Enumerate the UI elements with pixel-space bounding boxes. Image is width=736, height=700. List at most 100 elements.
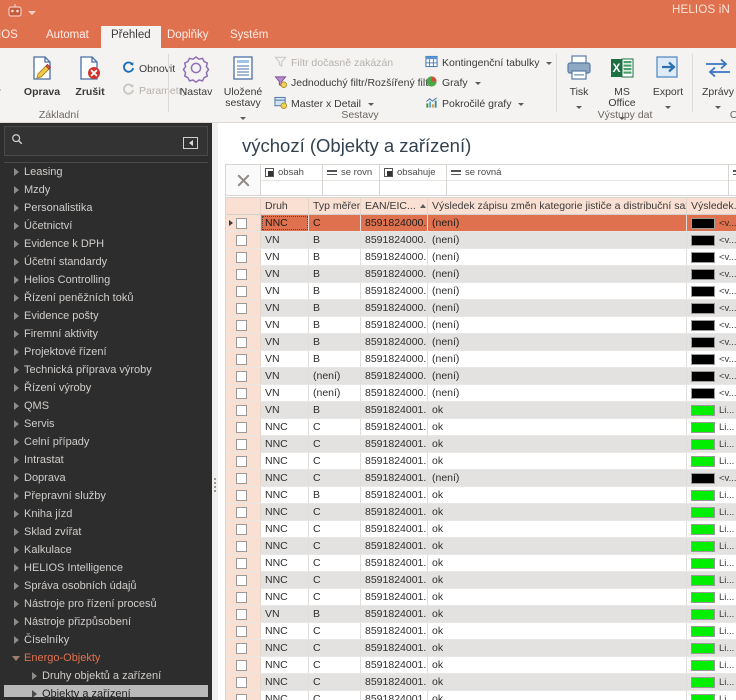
- cell-status[interactable]: <v...: [687, 300, 736, 316]
- ribbon-button-zrusit[interactable]: Zrušit: [64, 51, 116, 98]
- chevron-right-icon[interactable]: [12, 436, 24, 448]
- ribbon-tab-system[interactable]: Systém: [220, 26, 278, 48]
- cell-vysledek[interactable]: (není): [428, 215, 687, 231]
- cell-typ[interactable]: C: [309, 640, 361, 656]
- row-checkbox[interactable]: [236, 438, 247, 450]
- sidebar-tree[interactable]: Leasing Mzdy Personalistika Účetnictví Evide…: [4, 162, 208, 697]
- chevron-down-icon[interactable]: [546, 61, 553, 65]
- ribbon-button-tisk[interactable]: Tisk: [558, 51, 600, 116]
- row-indicator-cell[interactable]: [226, 317, 261, 333]
- row-indicator-cell[interactable]: [226, 266, 261, 282]
- filter-operator-3[interactable]: se rovná: [447, 165, 728, 180]
- filter-input-3[interactable]: [447, 180, 728, 195]
- chevron-right-icon[interactable]: [12, 256, 24, 268]
- cell-ean[interactable]: 8591824000...: [361, 215, 428, 231]
- row-indicator-cell[interactable]: [226, 657, 261, 673]
- chevron-down-icon[interactable]: [518, 102, 525, 106]
- ribbon-tab-prehled[interactable]: Přehled: [101, 26, 161, 48]
- chevron-right-icon[interactable]: [30, 670, 42, 682]
- cell-druh[interactable]: NNC: [261, 572, 309, 588]
- cell-vysledek[interactable]: ok: [428, 657, 687, 673]
- cell-druh[interactable]: VN: [261, 317, 309, 333]
- row-checkbox[interactable]: [236, 387, 247, 399]
- chevron-right-icon[interactable]: [12, 580, 24, 592]
- row-indicator-cell[interactable]: [226, 606, 261, 622]
- chevron-down-icon[interactable]: [474, 81, 481, 85]
- sidebar-item-2[interactable]: Personalistika: [4, 199, 208, 217]
- cell-ean[interactable]: 8591824000...: [361, 385, 428, 401]
- cell-ean[interactable]: 8591824001...: [361, 674, 428, 690]
- cell-ean[interactable]: 8591824001...: [361, 538, 428, 554]
- chevron-right-icon[interactable]: [12, 400, 24, 412]
- cell-typ[interactable]: B: [309, 351, 361, 367]
- cell-ean[interactable]: 8591824000...: [361, 317, 428, 333]
- cell-vysledek[interactable]: (není): [428, 470, 687, 486]
- sidebar-search-input[interactable]: [29, 135, 201, 147]
- sidebar-search[interactable]: [4, 126, 208, 156]
- table-row[interactable]: VN B 8591824000... (není) <v...: [226, 266, 736, 283]
- cell-vysledek[interactable]: ok: [428, 402, 687, 418]
- cell-ean[interactable]: 8591824001...: [361, 436, 428, 452]
- cell-ean[interactable]: 8591824001...: [361, 453, 428, 469]
- cell-ean[interactable]: 8591824001...: [361, 640, 428, 656]
- cell-typ[interactable]: C: [309, 470, 361, 486]
- row-indicator-cell[interactable]: [226, 351, 261, 367]
- table-row[interactable]: VN B 8591824000... (není) <v...: [226, 317, 736, 334]
- cell-typ[interactable]: B: [309, 606, 361, 622]
- sort-ascending-icon[interactable]: [419, 204, 426, 208]
- ribbon-tab-ios[interactable]: IOS: [0, 26, 28, 48]
- cell-ean[interactable]: 8591824001...: [361, 402, 428, 418]
- row-indicator-cell[interactable]: [226, 402, 261, 418]
- sidebar-item-24[interactable]: Nástroje pro řízení procesů: [4, 595, 208, 613]
- cell-druh[interactable]: VN: [261, 232, 309, 248]
- row-checkbox[interactable]: [236, 234, 247, 246]
- filter-input-0[interactable]: [261, 180, 322, 195]
- cell-status[interactable]: Li...: [687, 572, 736, 588]
- cell-druh[interactable]: NNC: [261, 691, 309, 700]
- row-checkbox[interactable]: [236, 574, 247, 586]
- chevron-right-icon[interactable]: [12, 382, 24, 394]
- cell-vysledek[interactable]: ok: [428, 419, 687, 435]
- ribbon-tab-automat[interactable]: Automat: [36, 26, 99, 48]
- sidebar-item-11[interactable]: Technická příprava výroby: [4, 361, 208, 379]
- cell-ean[interactable]: 8591824000...: [361, 232, 428, 248]
- row-checkbox[interactable]: [236, 472, 247, 484]
- sidebar-item-27[interactable]: Energo-Objekty: [4, 649, 208, 667]
- cell-vysledek[interactable]: ok: [428, 555, 687, 571]
- cell-ean[interactable]: 8591824001...: [361, 657, 428, 673]
- cell-druh[interactable]: VN: [261, 606, 309, 622]
- sidebar-item-25[interactable]: Nástroje přizpůsobení: [4, 613, 208, 631]
- cell-ean[interactable]: 8591824000...: [361, 351, 428, 367]
- cell-ean[interactable]: 8591824000...: [361, 334, 428, 350]
- row-indicator-cell[interactable]: [226, 385, 261, 401]
- cell-druh[interactable]: NNC: [261, 453, 309, 469]
- cell-vysledek[interactable]: ok: [428, 640, 687, 656]
- column-header-vysledek[interactable]: Výsledek zápisu změn kategorie jističe a…: [428, 198, 687, 214]
- sidebar-item-7[interactable]: Řízení peněžních toků: [4, 289, 208, 307]
- cell-ean[interactable]: 8591824001...: [361, 572, 428, 588]
- cell-status[interactable]: <v...: [687, 317, 736, 333]
- table-row[interactable]: NNC C 8591824000... (není) <v...: [226, 215, 736, 232]
- row-checkbox[interactable]: [236, 523, 247, 535]
- column-header-typ[interactable]: Typ měření: [309, 198, 361, 214]
- chevron-right-icon[interactable]: [12, 274, 24, 286]
- sidebar-item-0[interactable]: Leasing: [4, 163, 208, 181]
- row-indicator-cell[interactable]: [226, 232, 261, 248]
- table-row[interactable]: VN B 8591824001... ok Li...: [226, 606, 736, 623]
- cell-druh[interactable]: NNC: [261, 487, 309, 503]
- row-indicator-cell[interactable]: [226, 215, 261, 231]
- table-row[interactable]: NNC C 8591824001... ok Li...: [226, 419, 736, 436]
- cell-status[interactable]: Li...: [687, 691, 736, 700]
- cell-ean[interactable]: 8591824000...: [361, 368, 428, 384]
- chevron-down-icon[interactable]: [12, 652, 24, 664]
- chevron-right-icon[interactable]: [12, 220, 24, 232]
- row-checkbox[interactable]: [236, 251, 247, 263]
- filter-input-4[interactable]: [729, 180, 736, 195]
- ribbon-button-zpravy[interactable]: Zprávy: [694, 51, 736, 116]
- cell-status[interactable]: Li...: [687, 555, 736, 571]
- cell-ean[interactable]: 8591824000...: [361, 266, 428, 282]
- cell-typ[interactable]: B: [309, 232, 361, 248]
- cell-typ[interactable]: C: [309, 691, 361, 700]
- row-indicator-cell[interactable]: [226, 504, 261, 520]
- table-row[interactable]: NNC C 8591824001... (není) <v...: [226, 470, 736, 487]
